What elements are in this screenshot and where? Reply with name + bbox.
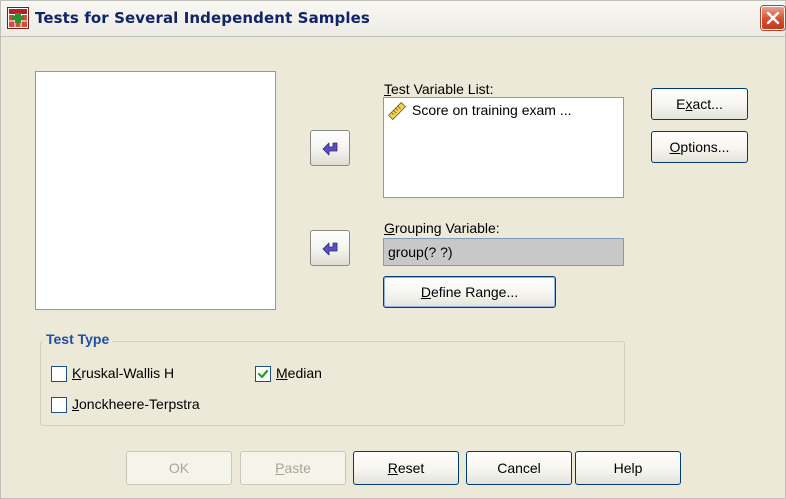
options-button[interactable]: Options...: [651, 131, 748, 163]
variable-name: Score on training exam ...: [412, 102, 572, 118]
jonckheere-terpstra-checkbox[interactable]: [51, 397, 67, 413]
median-checkbox[interactable]: [255, 366, 271, 382]
close-icon: [766, 11, 780, 25]
source-variable-list[interactable]: [35, 71, 276, 310]
kruskal-wallis-label[interactable]: Kruskal-Wallis H: [72, 365, 174, 381]
window-title: Tests for Several Independent Samples: [35, 9, 370, 27]
paste-button[interactable]: Paste: [240, 451, 346, 485]
ok-button[interactable]: OK: [126, 451, 232, 485]
jonckheere-terpstra-label[interactable]: Jonckheere-Terpstra: [72, 396, 200, 412]
kruskal-wallis-checkbox[interactable]: [51, 366, 67, 382]
spss-dialog-icon: [7, 7, 29, 29]
test-variable-list[interactable]: Score on training exam ...: [383, 97, 624, 198]
ruler-icon: [388, 102, 406, 120]
move-arrow-icon: [322, 242, 338, 256]
dialog-window: Tests for Several Independent Samples Te…: [0, 0, 786, 499]
test-type-group: [40, 341, 625, 426]
help-button[interactable]: Help: [575, 451, 681, 485]
checkmark-icon: [258, 369, 268, 379]
grouping-variable-field[interactable]: group(? ?): [383, 238, 624, 266]
test-type-legend: Test Type: [43, 331, 113, 347]
move-arrow-icon: [322, 142, 338, 156]
exact-button[interactable]: Exact...: [651, 88, 748, 120]
median-label[interactable]: Median: [276, 365, 322, 381]
cancel-button[interactable]: Cancel: [466, 451, 572, 485]
move-to-grouping-button[interactable]: [310, 230, 350, 266]
grouping-variable-label: Grouping Variable:: [384, 220, 500, 236]
define-range-button[interactable]: Define Range...: [383, 276, 556, 308]
title-bar[interactable]: Tests for Several Independent Samples: [1, 1, 785, 37]
close-button[interactable]: [761, 6, 785, 30]
test-variable-list-label: Test Variable List:: [384, 81, 494, 97]
reset-button[interactable]: Reset: [353, 451, 459, 485]
move-to-test-list-button[interactable]: [310, 130, 350, 166]
